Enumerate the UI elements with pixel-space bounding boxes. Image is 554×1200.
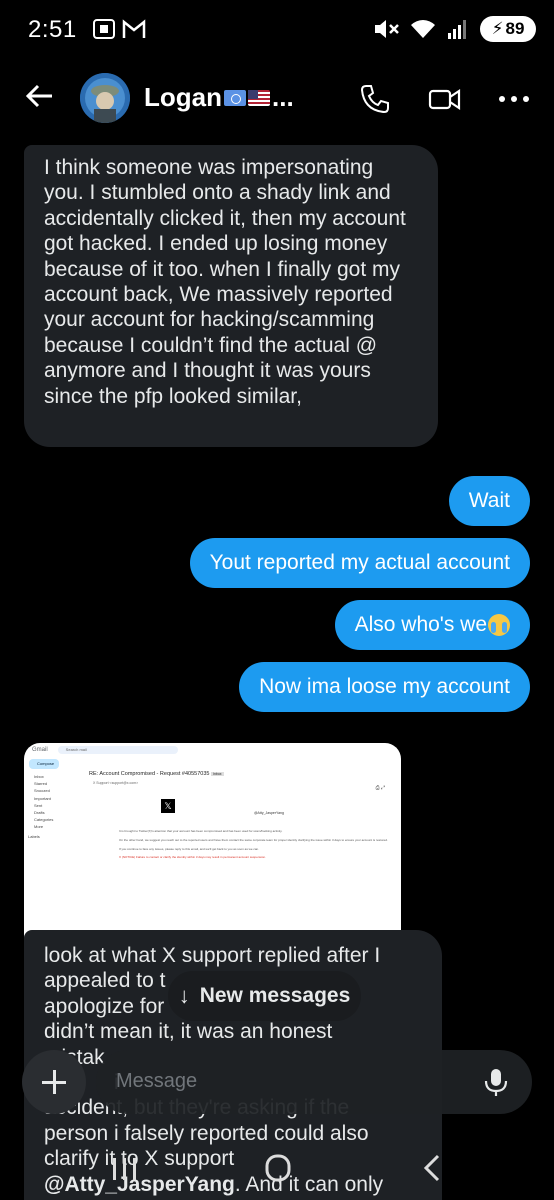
add-attachment-icon[interactable] xyxy=(22,1050,86,1114)
charging-icon: ⚡ xyxy=(491,19,504,38)
down-arrow-icon: ↓ xyxy=(178,983,190,1008)
gmail-nav-item: Inbox xyxy=(34,774,44,779)
email-screenshot-attachment[interactable]: Gmail Search mail Compose Inbox Starred … xyxy=(24,743,401,951)
email-subject: RE: Account Compromised - Request #40557… xyxy=(89,771,224,777)
us-flag-icon xyxy=(248,89,270,106)
status-bar: 2:51 ⚡ 89 xyxy=(0,0,554,58)
message-text: I think someone was impersonating you. I… xyxy=(44,156,406,408)
message-text: Wait xyxy=(468,489,510,513)
message-text: Now ima loose my account xyxy=(259,675,510,699)
screenshot-notification-icon xyxy=(93,19,115,39)
received-message[interactable]: I think someone was impersonating you. I… xyxy=(24,145,438,447)
crying-face-emoji-icon xyxy=(488,614,510,636)
email-sender-name: @Atty_JasperYang xyxy=(254,811,284,815)
contact-name-text: Logan xyxy=(144,82,222,112)
message-composer: Message xyxy=(22,1050,532,1114)
contact-name[interactable]: Logan ... xyxy=(144,82,294,113)
sent-message[interactable]: Now ima loose my account xyxy=(239,662,530,712)
gmail-nav-item: Drafts xyxy=(34,810,45,816)
message-text: Yout reported my actual account xyxy=(209,551,510,575)
gmail-nav-item: Snoozed xyxy=(34,788,50,794)
gmail-nav-item: Categories xyxy=(34,817,54,823)
wifi-icon xyxy=(411,20,435,38)
message-line: look at what X support replied after I xyxy=(44,944,381,967)
gmail-search: Search mail xyxy=(57,746,178,754)
gmail-notification-icon xyxy=(122,19,146,38)
message-placeholder: Message xyxy=(116,1070,198,1092)
gmail-compose: Compose xyxy=(29,759,59,769)
home-icon[interactable] xyxy=(258,1150,298,1186)
gmail-nav-item: Important xyxy=(34,795,51,801)
gmail-nav-item: Sent xyxy=(34,802,43,808)
un-flag-icon xyxy=(224,89,246,106)
video-call-icon[interactable] xyxy=(428,82,462,116)
back-arrow-icon[interactable] xyxy=(24,80,56,112)
gmail-message: RE: Account Compromised - Request #40557… xyxy=(79,759,395,951)
email-action-icons: ⎙ ⤢ xyxy=(375,785,385,791)
sent-message[interactable]: Wait xyxy=(448,476,530,526)
x-logo-icon: 𝕏 xyxy=(161,799,175,813)
new-messages-button[interactable]: ↓ New messages xyxy=(168,971,361,1021)
gmail-sidebar: Compose Inbox Starred Snoozed Important … xyxy=(24,757,74,951)
gmail-nav-item: More xyxy=(34,824,44,830)
microphone-icon[interactable] xyxy=(480,1066,512,1098)
new-messages-label: New messages xyxy=(199,984,351,1007)
conversation-header: Logan ... xyxy=(0,58,554,138)
back-nav-icon[interactable] xyxy=(412,1150,452,1186)
sent-message[interactable]: Yout reported my actual account xyxy=(189,538,530,588)
message-line: didn’t mean it, it was an honest xyxy=(44,1020,333,1044)
more-options-icon[interactable] xyxy=(497,82,531,116)
phone-call-icon[interactable] xyxy=(358,82,392,116)
status-right-icons: ⚡ 89 xyxy=(372,14,536,44)
signal-icon xyxy=(448,20,466,39)
gmail-logo: Gmail xyxy=(32,747,48,753)
email-from: X Support <support@x.com> xyxy=(93,781,139,785)
message-text: Also who's we xyxy=(354,613,487,637)
system-navigation-bar xyxy=(0,1140,554,1200)
message-input[interactable]: Message xyxy=(96,1050,532,1114)
sent-message[interactable]: Also who's we xyxy=(334,600,530,650)
status-time: 2:51 xyxy=(28,16,77,43)
contact-name-ellipsis: ... xyxy=(272,82,294,112)
avatar[interactable] xyxy=(80,73,130,123)
battery-indicator: ⚡ 89 xyxy=(480,16,536,42)
mute-icon xyxy=(375,20,399,38)
battery-level: 89 xyxy=(505,19,525,38)
recent-apps-icon[interactable] xyxy=(105,1150,145,1186)
gmail-labels-heading: Labels xyxy=(28,833,40,839)
gmail-nav-item: Starred xyxy=(34,781,48,787)
gmail-topbar: Gmail Search mail xyxy=(24,743,401,757)
email-body: It is brought to Twitter(X)'s attention … xyxy=(119,829,388,860)
